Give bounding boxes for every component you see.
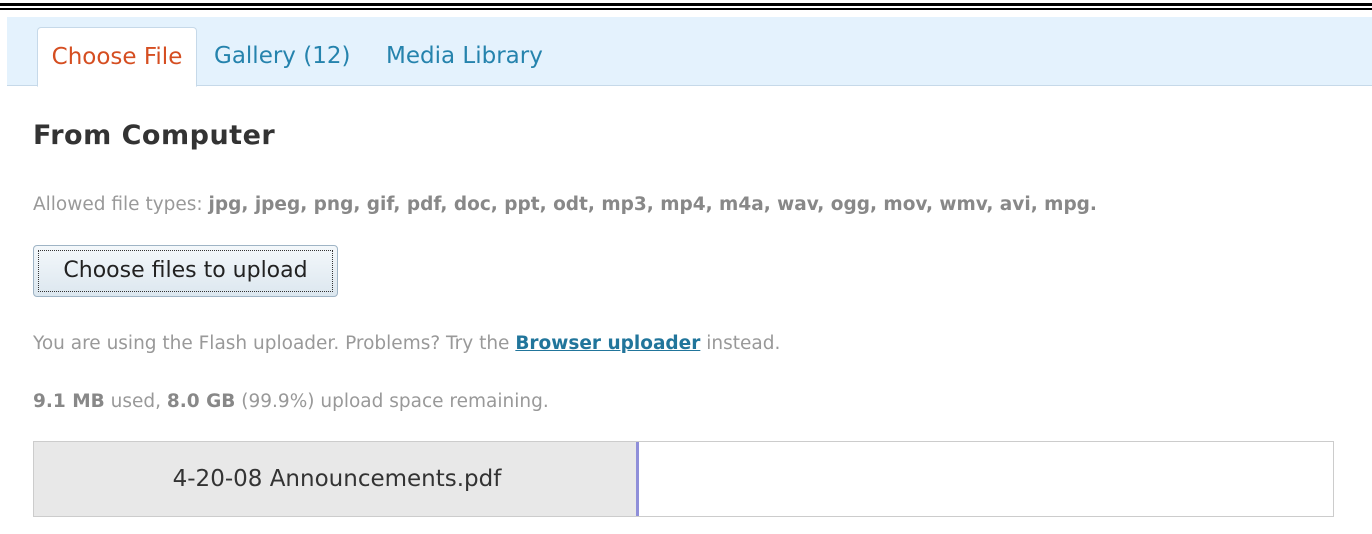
space-remaining-suffix: (99.9%) upload space remaining. (241, 391, 549, 412)
choose-files-button-label: Choose files to upload (38, 250, 333, 292)
flash-note-prefix: You are using the Flash uploader. Proble… (33, 333, 510, 354)
allowed-label: Allowed file types: (33, 194, 203, 215)
window-top-border (0, 0, 1372, 13)
upload-progress-bar: 4-20-08 Announcements.pdf (33, 441, 1334, 517)
tab-media-library[interactable]: Media Library (386, 27, 543, 87)
space-used: 9.1 MB (33, 391, 105, 412)
section-title: From Computer (33, 120, 276, 151)
choose-files-button[interactable]: Choose files to upload (33, 245, 338, 297)
upload-filename: 4-20-08 Announcements.pdf (172, 466, 502, 492)
browser-uploader-link[interactable]: Browser uploader (515, 333, 700, 354)
media-tabs: Choose File Gallery (12) Media Library (7, 17, 1372, 87)
top-border-line (0, 3, 1372, 6)
allowed-types: jpg, jpeg, png, gif, pdf, doc, ppt, odt,… (208, 194, 1097, 215)
top-border-line (0, 8, 1372, 10)
flash-note-suffix: instead. (706, 333, 781, 354)
flash-uploader-note: You are using the Flash uploader. Proble… (33, 333, 780, 354)
space-used-suffix: used, (110, 391, 161, 412)
tab-choose-file[interactable]: Choose File (37, 27, 197, 87)
upload-space-note: 9.1 MB used, 8.0 GB (99.9%) upload space… (33, 391, 549, 412)
tab-gallery[interactable]: Gallery (12) (214, 27, 350, 87)
allowed-file-types: Allowed file types: jpg, jpeg, png, gif,… (33, 194, 1097, 215)
space-remaining: 8.0 GB (166, 391, 236, 412)
